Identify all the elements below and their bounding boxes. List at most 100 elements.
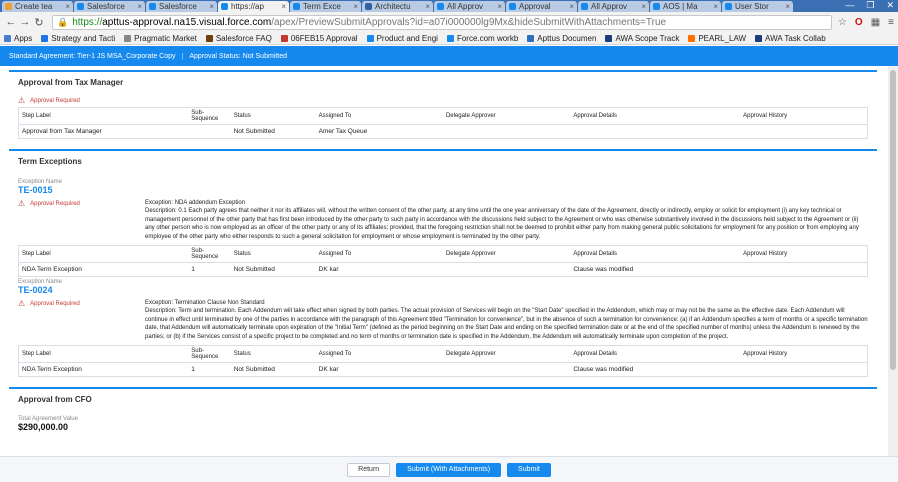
bookmark-icon xyxy=(605,34,613,42)
table-cell: Not Submitted xyxy=(230,124,316,139)
table-cell xyxy=(570,124,741,139)
browser-tab[interactable]: Create tea × xyxy=(2,1,73,12)
bookmark-item[interactable]: Force.com workb xyxy=(446,34,518,43)
menu-icon[interactable]: ≡ xyxy=(888,17,894,28)
maximize-icon[interactable]: ❐ xyxy=(866,0,874,11)
approval-required-label: Approval Required xyxy=(30,300,80,307)
tab-close-icon[interactable]: × xyxy=(137,2,142,11)
tab-close-icon[interactable]: × xyxy=(353,2,358,11)
tab-label: All Approv xyxy=(591,2,628,11)
browser-tab[interactable]: All Approv × xyxy=(578,1,649,12)
bookmark-icon xyxy=(4,34,11,42)
reload-icon[interactable]: ↻ xyxy=(32,16,46,29)
table-cell: Clause was modified xyxy=(570,362,741,378)
bookmark-icon xyxy=(527,34,535,42)
browser-tab[interactable]: Term Exce × xyxy=(290,1,361,12)
bookmark-item[interactable]: Salesforce FAQ xyxy=(205,33,272,43)
star-icon[interactable]: ☆ xyxy=(838,17,847,28)
page-scrollbar[interactable] xyxy=(888,66,898,456)
approval-required-label: Approval Required xyxy=(30,200,80,207)
submit-button[interactable]: Submit xyxy=(507,462,551,477)
approval-required: ⚠ Approval Required xyxy=(18,96,868,105)
description-label: Description: xyxy=(145,208,177,215)
minimize-icon[interactable]: — xyxy=(845,0,854,11)
browser-tab[interactable]: User Stor × xyxy=(722,1,793,12)
approval-steps-table: Step Label Sub-Sequence Status Assigned To D… xyxy=(18,107,869,139)
column-header: Step Label xyxy=(18,245,189,264)
bookmark-label: Strategy and Tacti xyxy=(51,33,116,43)
table-row: NDA Term Exception 1 Not Submitted DK kar Cl… xyxy=(18,362,869,378)
opera-icon[interactable]: O xyxy=(855,17,863,28)
bookmark-item[interactable]: Product and Engi xyxy=(366,34,438,43)
tab-favicon-icon xyxy=(77,3,84,10)
table-cell: DK kar xyxy=(315,362,443,378)
exception-id-link[interactable]: TE-0015 xyxy=(18,185,868,195)
url-scheme: https:// xyxy=(72,16,103,28)
bookmark-item[interactable]: Pragmatic Market xyxy=(124,34,197,43)
extension-icon[interactable]: ▦ xyxy=(871,17,880,28)
bookmark-item[interactable]: AWA Task Collab xyxy=(755,34,826,43)
bookmark-label: AWA Task Collab xyxy=(765,33,826,43)
return-button[interactable]: Return xyxy=(347,462,391,477)
tab-close-icon[interactable]: × xyxy=(497,2,502,11)
column-header: Approval History xyxy=(740,245,869,264)
tab-close-icon[interactable]: × xyxy=(281,2,286,11)
tax-manager-section: Approval from Tax Manager ⚠ Approval Req… xyxy=(9,70,877,143)
browser-tab[interactable]: AOS | Ma × xyxy=(650,1,721,12)
url-path: /apex/PreviewSubmitApprovals?id=a07i0000… xyxy=(271,16,667,28)
bookmark-icon xyxy=(205,34,213,42)
bookmark-label: PEARL_LAW xyxy=(698,33,747,43)
bookmark-item[interactable]: Apps xyxy=(4,34,32,43)
bookmark-label: 06FEB15 Approval xyxy=(290,33,358,43)
column-header: Approval Details xyxy=(570,107,741,125)
tab-close-icon[interactable]: × xyxy=(641,2,646,11)
tab-close-icon[interactable]: × xyxy=(209,2,214,11)
tab-close-icon[interactable]: × xyxy=(425,2,430,11)
browser-tab[interactable]: Architectu × xyxy=(362,1,433,12)
table-row: NDA Term Exception 1 Not Submitted DK kar Cl… xyxy=(18,262,869,278)
bookmark-item[interactable]: PEARL_LAW xyxy=(688,34,746,43)
address-bar: ← → ↻ 🔒 https:// apttus-approval.na15.vi… xyxy=(0,12,898,32)
tab-label: Salesforce xyxy=(87,2,125,11)
approval-status: Approval Status: Not Submitted xyxy=(189,52,288,60)
bookmark-item[interactable]: 06FEB15 Approval xyxy=(280,33,358,43)
tab-close-icon[interactable]: × xyxy=(65,2,70,11)
bookmark-item[interactable]: Strategy and Tacti xyxy=(41,34,115,43)
action-bar: Return Submit (With Attachments) Submit xyxy=(0,456,898,482)
browser-tab[interactable]: Salesforce × xyxy=(146,1,217,12)
column-header: Status xyxy=(230,245,316,264)
exception-text: Termination Clause Non Standard xyxy=(174,300,265,307)
table-cell: Amer Tax Queue xyxy=(315,124,443,139)
browser-tab[interactable]: Salesforce × xyxy=(74,1,145,12)
bookmark-label: Salesforce FAQ xyxy=(215,33,272,43)
bookmark-item[interactable]: Apttus Documen xyxy=(527,34,596,43)
back-icon[interactable]: ← xyxy=(4,16,18,28)
browser-tab[interactable]: Approval × xyxy=(506,1,577,12)
browser-tab[interactable]: https://ap × xyxy=(218,1,289,12)
submit-with-attachments-button[interactable]: Submit (With Attachments) xyxy=(396,462,502,477)
tab-close-icon[interactable]: × xyxy=(713,2,718,11)
approval-required: ⚠ Approval Required xyxy=(18,199,145,208)
tab-favicon-icon xyxy=(437,3,444,10)
section-title: Term Exceptions xyxy=(18,157,82,166)
approval-required-label: Approval Required xyxy=(30,97,80,104)
table-header-row: Step Label Sub-Sequence Status Assigned To D… xyxy=(18,107,869,125)
section-title: Approval from CFO xyxy=(18,395,92,405)
tab-close-icon[interactable]: × xyxy=(785,2,790,11)
tab-favicon-icon xyxy=(5,3,12,10)
column-header: Step Label xyxy=(18,107,189,125)
table-cell xyxy=(442,262,571,278)
close-window-icon[interactable]: ✕ xyxy=(886,0,894,11)
term-exceptions-section: Term Exceptions Exception Name TE-0015 ⚠… xyxy=(9,149,877,381)
scrollbar-thumb[interactable] xyxy=(890,70,896,370)
bookmark-item[interactable]: AWA Scope Track xyxy=(605,34,679,43)
tab-close-icon[interactable]: × xyxy=(569,2,574,11)
url-input[interactable]: 🔒 https:// apttus-approval.na15.visual.f… xyxy=(52,14,832,30)
url-host: apttus-approval.na15.visual.force.com xyxy=(102,16,272,28)
browser-tab[interactable]: All Approv × xyxy=(434,1,505,12)
forward-icon[interactable]: → xyxy=(18,16,32,28)
table-cell: NDA Term Exception xyxy=(18,262,189,278)
total-agreement-value: $290,000.00 xyxy=(18,422,69,433)
tab-favicon-icon xyxy=(149,3,156,10)
exception-id-link[interactable]: TE-0024 xyxy=(18,285,868,295)
